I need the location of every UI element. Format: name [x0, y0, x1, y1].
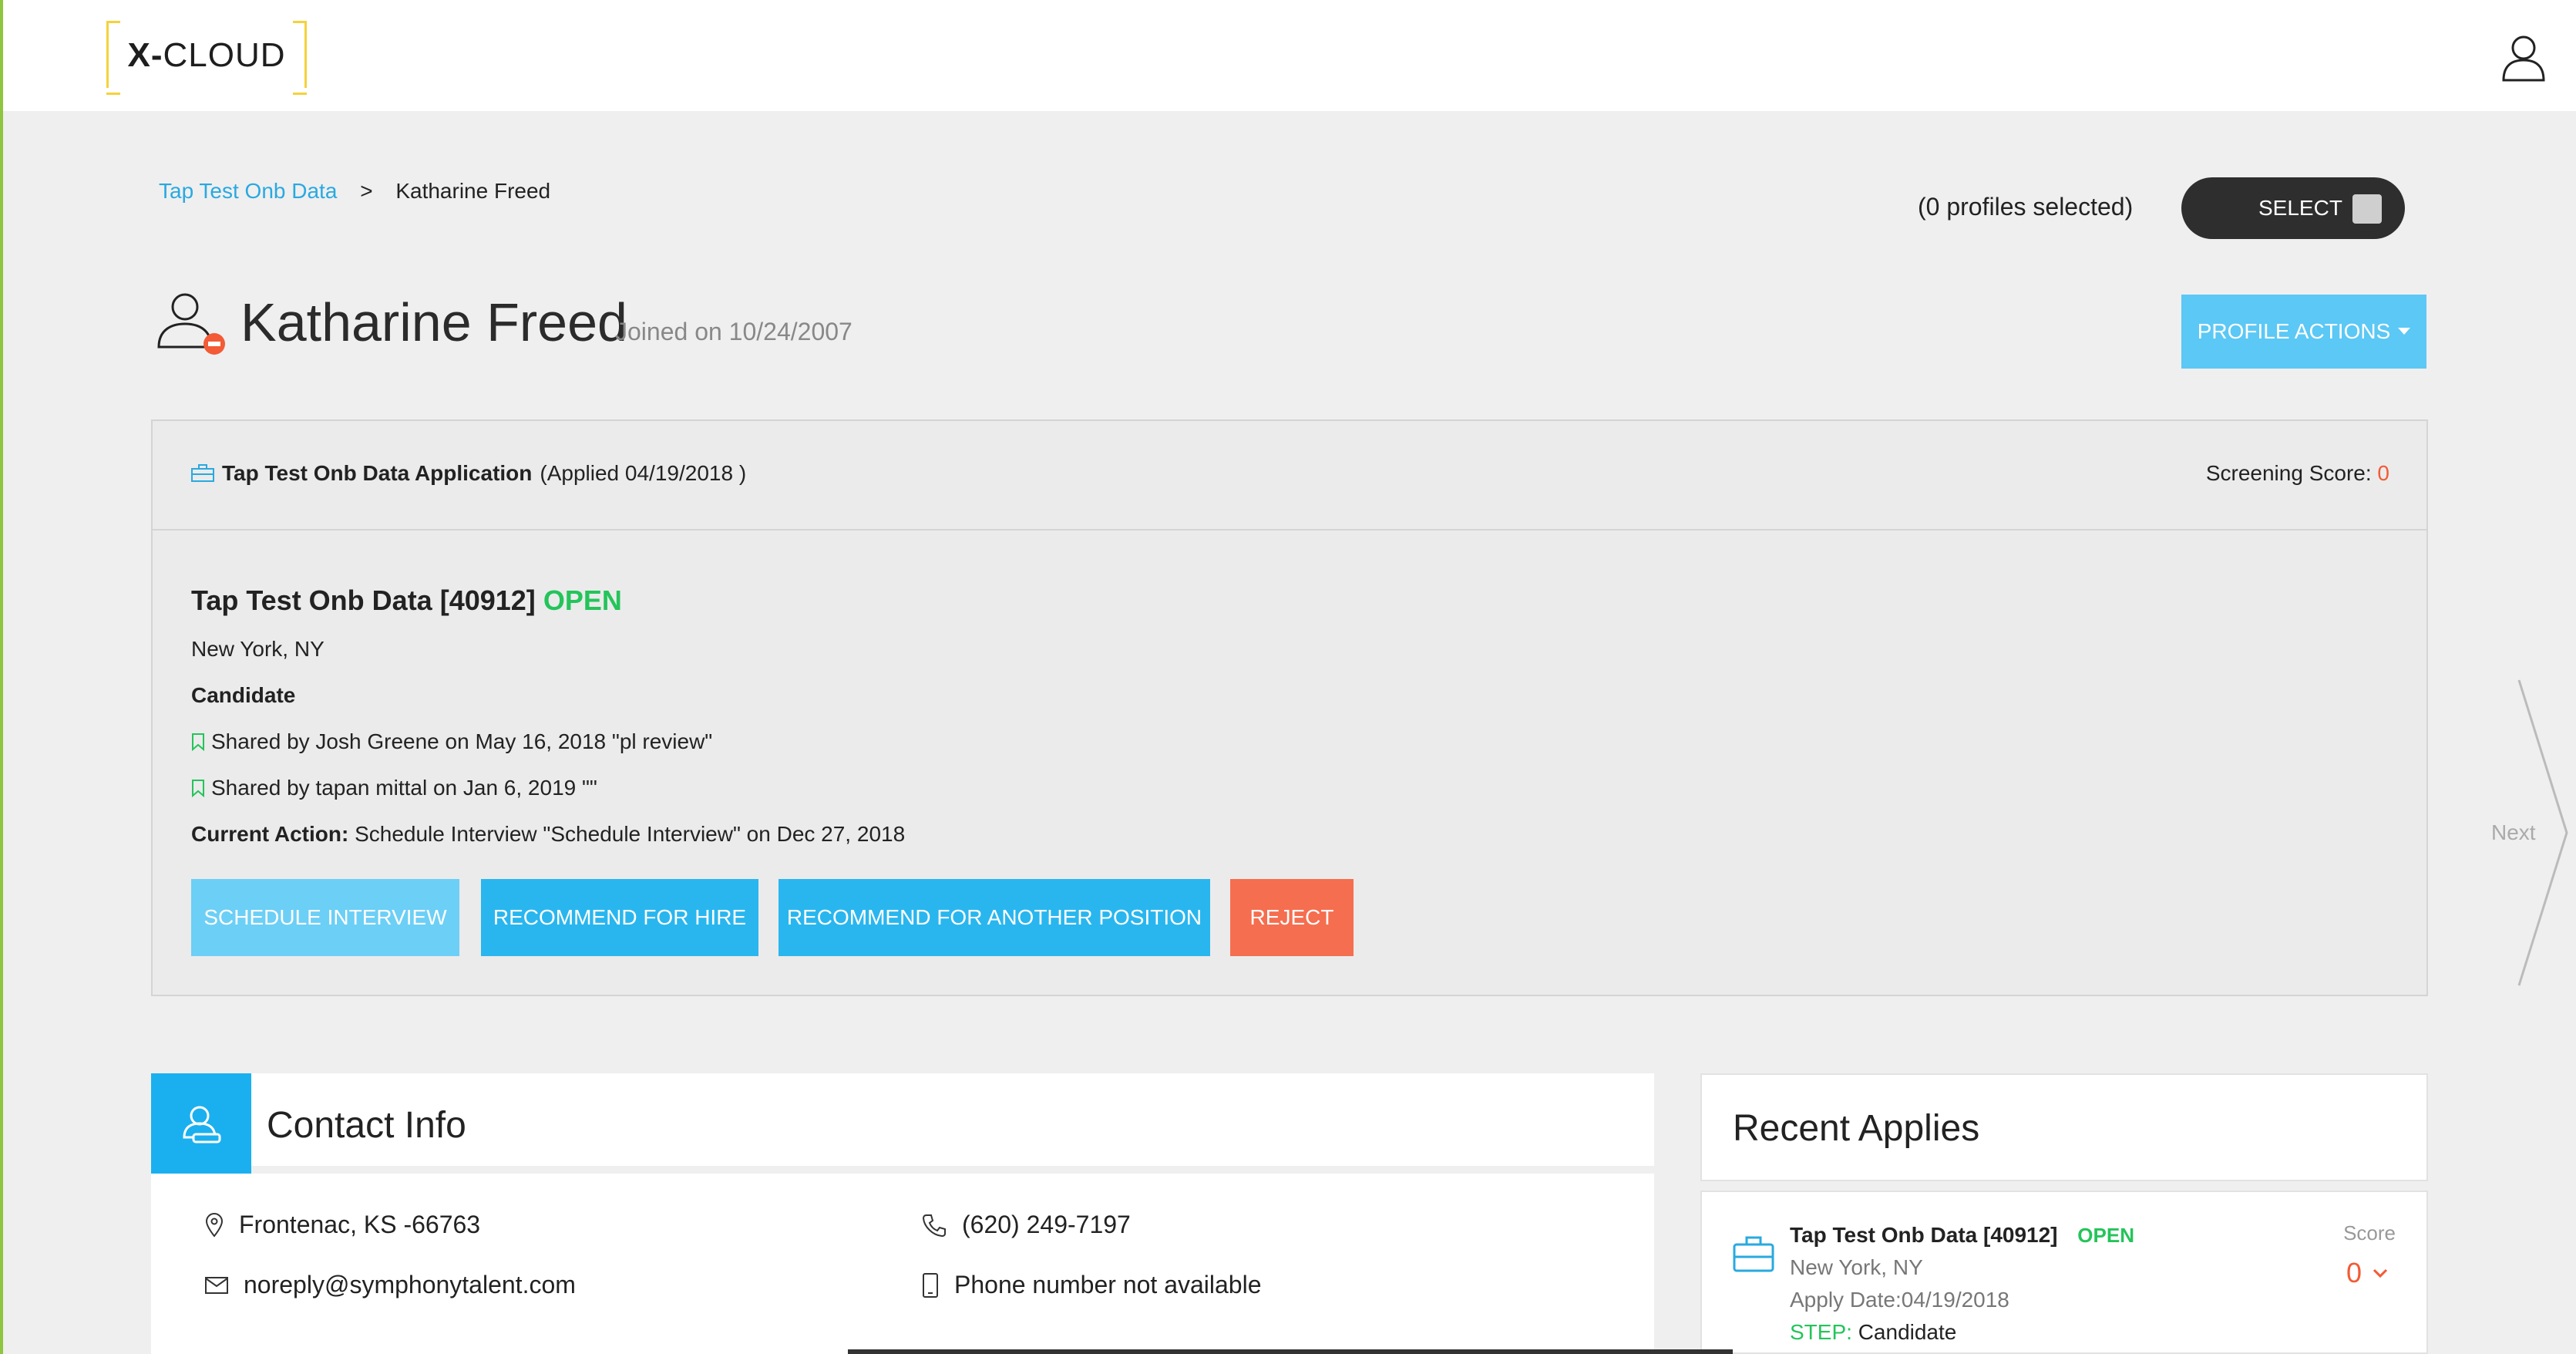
- application-applied-date: (Applied 04/19/2018 ): [540, 461, 747, 485]
- breadcrumb-separator: >: [360, 179, 373, 203]
- profile-actions-button[interactable]: PROFILE ACTIONS: [2181, 295, 2426, 369]
- breadcrumb: Tap Test Onb Data > Katharine Freed: [159, 179, 550, 204]
- select-label: SELECT: [2258, 196, 2342, 220]
- screening-score: Screening Score: 0: [2206, 461, 2389, 486]
- recent-apply-score-value: 0: [2346, 1257, 2362, 1288]
- application-header: Tap Test Onb Data Application (Applied 0…: [153, 421, 2426, 530]
- breadcrumb-current: Katharine Freed: [395, 179, 551, 203]
- top-bar: X- CLOUD: [3, 0, 2576, 111]
- joined-date: Joined on 10/24/2007: [615, 318, 853, 345]
- recent-applies-card: Recent Applies Tap Test Onb Data [40912]…: [1700, 1073, 2428, 1354]
- person-blocked-icon: [157, 293, 225, 355]
- contact-info-title: Contact Info: [267, 1105, 466, 1146]
- recent-applies-title: Recent Applies: [1733, 1108, 1980, 1149]
- location-pin-icon: [205, 1212, 224, 1238]
- select-toggle[interactable]: SELECT: [2181, 177, 2405, 239]
- app-logo[interactable]: X- CLOUD: [106, 21, 307, 95]
- recommend-another-position-button[interactable]: RECOMMEND FOR ANOTHER POSITION: [779, 879, 1210, 956]
- contact-address: Frontenac, KS -66763: [205, 1211, 480, 1239]
- schedule-interview-button[interactable]: SCHEDULE INTERVIEW: [191, 879, 459, 956]
- recent-apply-score[interactable]: 0: [2346, 1257, 2388, 1289]
- mobile-phone-icon: [923, 1272, 938, 1298]
- recent-apply-step-label: STEP:: [1790, 1320, 1852, 1344]
- profile-actions-label: PROFILE ACTIONS: [2197, 319, 2391, 343]
- select-checkbox[interactable]: [2352, 194, 2382, 224]
- recommend-for-hire-button[interactable]: RECOMMEND FOR HIRE: [481, 879, 758, 956]
- recent-apply-date: Apply Date:04/19/2018: [1790, 1288, 2009, 1312]
- briefcase-icon: [191, 464, 214, 482]
- chevron-down-icon: [2373, 1268, 2388, 1278]
- recent-apply-status: OPEN: [2077, 1224, 2134, 1247]
- scroll-indicator: [848, 1349, 1733, 1354]
- phone-icon: [922, 1214, 946, 1237]
- shared-note: Shared by Josh Greene on May 16, 2018 "p…: [191, 729, 712, 754]
- contact-email: noreply@symphonytalent.com: [205, 1271, 576, 1299]
- current-action-label: Current Action:: [191, 822, 349, 846]
- recent-apply-step: STEP: Candidate: [1790, 1320, 1956, 1345]
- job-title[interactable]: Tap Test Onb Data [40912] OPEN: [191, 584, 622, 617]
- contact-info-header: Contact Info: [151, 1073, 1654, 1174]
- contact-mobile: Phone number not available: [922, 1271, 1262, 1299]
- bookmark-icon: [192, 733, 204, 751]
- contact-phone: (620) 249-7197: [922, 1211, 1131, 1239]
- reject-button[interactable]: REJECT: [1230, 879, 1354, 956]
- next-label[interactable]: Next: [2491, 820, 2536, 845]
- recent-apply-score-label: Score: [2343, 1221, 2396, 1245]
- recent-applies-header: Recent Applies: [1700, 1073, 2428, 1181]
- shared-note: Shared by tapan mittal on Jan 6, 2019 "": [191, 776, 597, 800]
- profile-name: Katharine Freed: [240, 292, 627, 352]
- shared-note-text: Shared by tapan mittal on Jan 6, 2019 "": [211, 776, 597, 800]
- contact-mobile-text: Phone number not available: [954, 1271, 1262, 1298]
- contact-email-text[interactable]: noreply@symphonytalent.com: [244, 1271, 576, 1299]
- current-action: Current Action: Schedule Interview "Sche…: [191, 822, 905, 847]
- profiles-selected-count: (0 profiles selected): [1918, 193, 2134, 221]
- current-action-value: Schedule Interview "Schedule Interview" …: [348, 822, 906, 846]
- application-title-bold: Tap Test Onb Data Application: [222, 461, 533, 485]
- contact-info-card: Contact Info Frontenac, KS -66763 norepl…: [151, 1073, 1654, 1354]
- application-stage: Candidate: [191, 683, 296, 707]
- recent-apply-job: Tap Test Onb Data [40912]: [1790, 1223, 2058, 1247]
- envelope-icon: [205, 1276, 228, 1294]
- screening-score-value: 0: [2377, 461, 2389, 485]
- contact-address-text: Frontenac, KS -66763: [239, 1211, 481, 1238]
- contact-card-icon: [151, 1073, 251, 1174]
- job-title-text: Tap Test Onb Data [40912]: [191, 584, 536, 616]
- application-panel: Tap Test Onb Data Application (Applied 0…: [151, 419, 2428, 996]
- recent-apply-location: New York, NY: [1790, 1255, 1923, 1279]
- contact-phone-text[interactable]: (620) 249-7197: [962, 1211, 1131, 1239]
- breadcrumb-parent-link[interactable]: Tap Test Onb Data: [159, 179, 337, 203]
- screening-score-label: Screening Score:: [2205, 461, 2372, 485]
- shared-note-text: Shared by Josh Greene on May 16, 2018 "p…: [211, 729, 713, 753]
- recent-apply-item[interactable]: Tap Test Onb Data [40912] OPEN New York,…: [1700, 1191, 2428, 1354]
- recent-apply-step-value: Candidate: [1851, 1320, 1957, 1344]
- application-title: Tap Test Onb Data Application (Applied 0…: [191, 461, 746, 486]
- briefcase-icon: [1733, 1236, 1774, 1272]
- job-location: New York, NY: [191, 637, 325, 661]
- recent-apply-title[interactable]: Tap Test Onb Data [40912] OPEN: [1790, 1223, 2134, 1248]
- caret-down-icon: [2398, 328, 2411, 335]
- job-status-badge: OPEN: [543, 584, 622, 616]
- user-icon[interactable]: [2500, 34, 2547, 82]
- bookmark-icon: [192, 780, 204, 797]
